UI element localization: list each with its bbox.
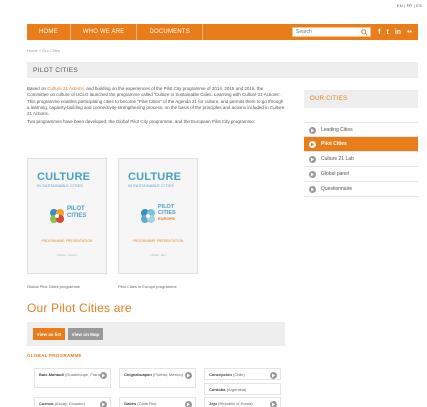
brochure-subtitle: IN SUSTAINABLE CITIES <box>128 184 174 188</box>
city-country: (Puebla, Mexico) <box>152 372 183 377</box>
logo-text-2: CITIES <box>67 213 87 219</box>
page-title-bar: PILOT CITIES <box>27 62 418 78</box>
arrow-circle-icon <box>309 171 316 178</box>
arrow-circle-icon <box>309 186 316 193</box>
brochure-partner-logos: UCLG · EU <box>150 253 166 257</box>
sidebar-item-global-panel[interactable]: Global panel <box>304 167 418 182</box>
brochure-caption[interactable]: Pilot Cities in Europe programme <box>118 284 177 289</box>
sidebar-item-pilot-cities[interactable]: Pilot Cities <box>304 137 418 152</box>
logo-text-1: PILOT <box>67 206 85 212</box>
city-country: (Argentina) <box>226 387 247 392</box>
culture21-actions-link[interactable]: Culture 21 Actions <box>47 86 84 91</box>
city-name: Jeju <box>209 401 218 406</box>
arrow-circle-icon <box>185 372 192 379</box>
twitter-icon[interactable]: t <box>387 29 389 36</box>
search-input[interactable] <box>293 28 353 36</box>
pilot-cities-logo: PILOT CITIES <box>46 203 90 233</box>
brochure-subtitle: IN SUSTAINABLE CITIES <box>37 184 83 188</box>
arrow-circle-icon <box>309 156 316 163</box>
view-as-list-button[interactable]: View as list <box>33 328 65 340</box>
flickr-icon[interactable]: •• <box>407 29 412 36</box>
nav-documents[interactable]: DOCUMENTS <box>137 24 203 40</box>
intro-text-1: Based on <box>27 86 48 91</box>
brochure-title: CULTURE <box>128 171 182 183</box>
city-card[interactable]: Cuenca (Azuay, Ecuador) <box>34 397 111 407</box>
sidebar-item-label: Questionnaire <box>321 186 353 192</box>
city-name: Baie-Mahault <box>39 372 64 377</box>
view-on-map-button[interactable]: View on Map <box>68 328 103 340</box>
pilot-cities-europe-logo: PILOT CITIES EUROPE <box>137 203 181 233</box>
brochure-programme-label: PROGRAMME PRESENTATION <box>132 239 184 243</box>
brochure-programme-label: PROGRAMME PRESENTATION <box>41 239 93 243</box>
sidebar-item-leading-cities[interactable]: Leading Cities <box>304 122 418 137</box>
city-name: Córdoba <box>209 387 226 392</box>
main-nav: HOME WHO WE ARE DOCUMENTS f t in •• <box>27 24 418 40</box>
sidebar-item-label: Global panel <box>321 171 350 177</box>
city-country: (Chile) <box>233 372 245 377</box>
arrow-circle-icon <box>185 401 192 407</box>
global-programme-label: GLOBAL PROGRAMME <box>27 353 82 358</box>
facebook-icon[interactable]: f <box>378 29 380 36</box>
logo-text-3: EUROPE <box>158 216 175 221</box>
arrow-circle-icon <box>270 372 277 379</box>
arrow-circle-icon <box>309 127 316 134</box>
city-card[interactable]: Baie-Mahault (Guadeloupe, France) <box>34 368 111 388</box>
brochure-partner-logos: UCLG · CGLU <box>57 253 77 257</box>
sidebar-item-label: Culture 21 Lab <box>321 156 354 162</box>
nav-home[interactable]: HOME <box>27 24 71 40</box>
city-card[interactable]: Córdoba (Argentina) <box>204 383 281 395</box>
social-links: f t in •• <box>378 24 412 40</box>
brochure-title: CULTURE <box>37 171 91 183</box>
arrow-circle-icon <box>270 401 277 407</box>
nav-who-we-are[interactable]: WHO WE ARE <box>71 24 138 40</box>
arrow-circle-icon <box>309 141 316 148</box>
intro-paragraph-2: Two programmes have been developed: the … <box>27 119 256 125</box>
search-icon[interactable] <box>361 29 368 36</box>
sidebar-item-label: Pilot Cities <box>321 141 347 147</box>
city-name: Chignahuapan <box>124 372 152 377</box>
city-card[interactable]: Gabès (Chile-Rio) <box>119 397 196 407</box>
intro-text: Based on Culture 21 Actions, and buildin… <box>27 86 285 126</box>
arrow-circle-icon <box>100 401 107 407</box>
sidebar: OUR CITIES Leading Cities Pilot Cities C… <box>304 90 418 197</box>
city-name: Gabès <box>124 401 137 406</box>
city-country: (Chile-Rio) <box>137 401 157 406</box>
youtube-icon[interactable]: in <box>395 29 401 36</box>
brochure-caption[interactable]: Global Pilot Cities programme <box>27 284 80 289</box>
city-country: (Azuay, Ecuador) <box>54 401 86 406</box>
arrow-circle-icon <box>100 372 107 379</box>
sidebar-heading: OUR CITIES <box>304 90 418 108</box>
city-card[interactable]: Jeju (Republic of Korea) <box>204 397 281 407</box>
search-box <box>292 27 371 37</box>
sidebar-item-label: Leading Cities <box>321 126 353 133</box>
view-toggle-bar: View as list View on Map <box>27 322 285 346</box>
breadcrumb[interactable]: Home > Our Cities <box>27 48 60 53</box>
brochure-europe[interactable]: CULTURE IN SUSTAINABLE CITIES PILOT CITI… <box>118 158 198 274</box>
section-title: Our Pilot Cities are <box>27 301 132 315</box>
city-card[interactable]: Concepción (Chile) <box>204 368 281 380</box>
city-name: Cuenca <box>39 401 54 406</box>
sidebar-item-questionnaire[interactable]: Questionnaire <box>304 182 418 197</box>
language-switcher[interactable]: EN | FR | ES <box>397 3 422 8</box>
brochure-global[interactable]: CULTURE IN SUSTAINABLE CITIES PILOT CITI… <box>27 158 107 274</box>
intro-paragraph-1: Based on Culture 21 Actions, and buildin… <box>27 86 285 117</box>
page-title: PILOT CITIES <box>33 66 79 74</box>
city-country: (Guadeloupe, France) <box>65 372 105 377</box>
city-name: Concepción <box>209 372 232 377</box>
city-card[interactable]: Chignahuapan (Puebla, Mexico) <box>119 368 196 388</box>
city-country: (Republic of Korea) <box>218 401 253 406</box>
sidebar-item-culture21-lab[interactable]: Culture 21 Lab <box>304 152 418 167</box>
